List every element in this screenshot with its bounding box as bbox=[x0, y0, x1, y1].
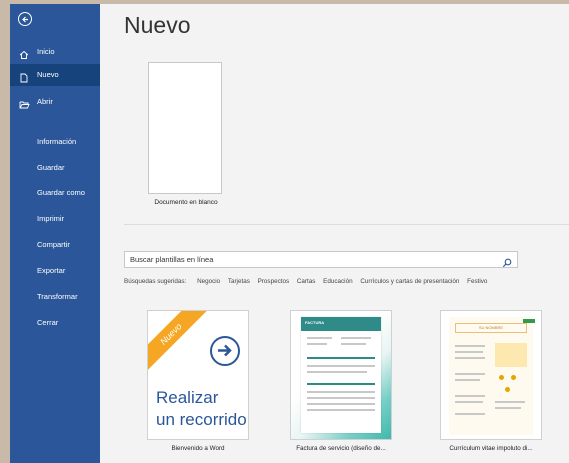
tour-text: Realizar un recorrido bbox=[156, 387, 247, 431]
invoice-preview: FACTURA bbox=[301, 317, 381, 433]
suggestion-link[interactable]: Negocio bbox=[197, 278, 220, 285]
sidebar-item-transformar[interactable]: Transformar bbox=[10, 286, 100, 308]
sidebar-item-label: Inicio bbox=[37, 47, 55, 56]
suggestion-link[interactable]: Currículos y cartas de presentación bbox=[360, 278, 459, 285]
sidebar-item-label: Imprimir bbox=[37, 214, 65, 223]
page-title: Nuevo bbox=[124, 12, 191, 38]
sidebar-item-imprimir[interactable]: Imprimir bbox=[10, 208, 100, 230]
template-search-input[interactable]: Buscar plantillas en línea bbox=[124, 251, 518, 268]
blank-document-label: Documento en blanco bbox=[154, 199, 218, 206]
sidebar-item-inicio[interactable]: Inicio bbox=[10, 41, 100, 63]
suggested-label: Búsquedas sugeridas: bbox=[124, 278, 187, 285]
arrow-right-icon bbox=[210, 336, 240, 366]
template-welcome-tour[interactable]: Nuevo Realizar un recorrido bbox=[147, 310, 249, 440]
suggestion-link[interactable]: Prospectos bbox=[258, 278, 290, 285]
invoice-title: FACTURA bbox=[305, 320, 325, 325]
tour-text-line: Realizar bbox=[156, 388, 219, 407]
template-label: Bienvenido a Word bbox=[171, 445, 225, 452]
sidebar-item-label: Nuevo bbox=[37, 70, 59, 79]
back-arrow-icon[interactable] bbox=[18, 12, 32, 26]
sidebar-item-informacion[interactable]: Información bbox=[10, 131, 100, 153]
backstage-sidebar: Inicio Nuevo Abrir Información Guardar G… bbox=[10, 4, 100, 463]
suggestion-link[interactable]: Festivo bbox=[467, 278, 487, 285]
template-invoice[interactable]: FACTURA bbox=[290, 310, 392, 440]
blank-document-template[interactable] bbox=[148, 62, 222, 194]
sidebar-item-exportar[interactable]: Exportar bbox=[10, 260, 100, 282]
new-document-icon bbox=[19, 70, 29, 83]
suggested-searches: Búsquedas sugeridas: Negocio Tarjetas Pr… bbox=[124, 278, 569, 285]
divider bbox=[124, 224, 569, 225]
suggestion-link[interactable]: Educación bbox=[323, 278, 352, 285]
resume-title: SU NOMBRE bbox=[478, 325, 504, 330]
sidebar-item-guardar[interactable]: Guardar bbox=[10, 157, 100, 179]
template-label: Factura de servicio (diseño de... bbox=[296, 445, 386, 452]
template-resume[interactable]: SU NOMBRE bbox=[440, 310, 542, 440]
sidebar-item-label: Guardar como bbox=[37, 188, 85, 197]
sidebar-item-abrir[interactable]: Abrir bbox=[10, 91, 100, 113]
folder-open-icon bbox=[19, 97, 30, 109]
suggestion-link[interactable]: Tarjetas bbox=[228, 278, 250, 285]
main-panel: Nuevo Documento en blanco Buscar plantil… bbox=[100, 4, 569, 463]
new-ribbon: Nuevo bbox=[148, 311, 210, 373]
sidebar-item-label: Compartir bbox=[37, 240, 70, 249]
resume-preview: SU NOMBRE bbox=[449, 317, 533, 435]
sidebar-item-label: Cerrar bbox=[37, 318, 59, 327]
tour-text-line: un recorrido bbox=[156, 410, 247, 429]
home-icon bbox=[19, 47, 29, 59]
sidebar-item-compartir[interactable]: Compartir bbox=[10, 234, 100, 256]
sidebar-item-label: Exportar bbox=[37, 266, 66, 275]
sidebar-item-label: Guardar bbox=[37, 163, 65, 172]
sidebar-item-cerrar[interactable]: Cerrar bbox=[10, 312, 100, 334]
suggestion-link[interactable]: Cartas bbox=[297, 278, 316, 285]
sidebar-item-guardar-como[interactable]: Guardar como bbox=[10, 182, 100, 204]
sidebar-item-label: Transformar bbox=[37, 292, 78, 301]
search-placeholder: Buscar plantillas en línea bbox=[130, 255, 214, 264]
sidebar-item-label: Abrir bbox=[37, 97, 53, 106]
template-label: Currículum vitae impoluto di... bbox=[449, 445, 533, 452]
sidebar-item-nuevo[interactable]: Nuevo bbox=[10, 64, 100, 86]
sidebar-item-label: Información bbox=[37, 137, 77, 146]
search-icon[interactable] bbox=[502, 255, 512, 268]
logo-mark bbox=[523, 319, 535, 323]
